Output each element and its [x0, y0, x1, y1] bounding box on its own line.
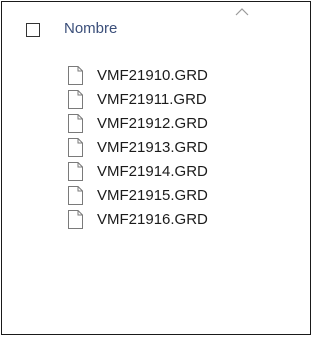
document-icon [68, 66, 83, 85]
chevron-up-icon [235, 8, 249, 16]
file-row[interactable]: VMF21912.GRD [2, 112, 310, 136]
file-row[interactable]: VMF21915.GRD [2, 184, 310, 208]
file-name: VMF21913.GRD [97, 139, 208, 156]
file-row[interactable]: VMF21911.GRD [2, 88, 310, 112]
document-icon [68, 210, 83, 229]
file-name: VMF21910.GRD [97, 67, 208, 84]
file-row[interactable]: VMF21910.GRD [2, 64, 310, 88]
document-icon [68, 162, 83, 181]
document-icon [68, 90, 83, 109]
file-row[interactable]: VMF21914.GRD [2, 160, 310, 184]
file-name: VMF21914.GRD [97, 163, 208, 180]
file-list-pane: Nombre VMF21910.GRD VMF21911.GRD VMF2191… [1, 1, 311, 335]
file-name: VMF21911.GRD [97, 91, 207, 108]
file-row[interactable]: VMF21916.GRD [2, 208, 310, 232]
document-icon [68, 138, 83, 157]
column-header-name[interactable]: Nombre [64, 19, 117, 39]
file-name: VMF21916.GRD [97, 211, 208, 228]
file-row[interactable]: VMF21913.GRD [2, 136, 310, 160]
select-all-checkbox[interactable] [26, 23, 40, 37]
document-icon [68, 114, 83, 133]
file-name: VMF21915.GRD [97, 187, 208, 204]
document-icon [68, 186, 83, 205]
file-name: VMF21912.GRD [97, 115, 208, 132]
column-header: Nombre [2, 2, 310, 52]
